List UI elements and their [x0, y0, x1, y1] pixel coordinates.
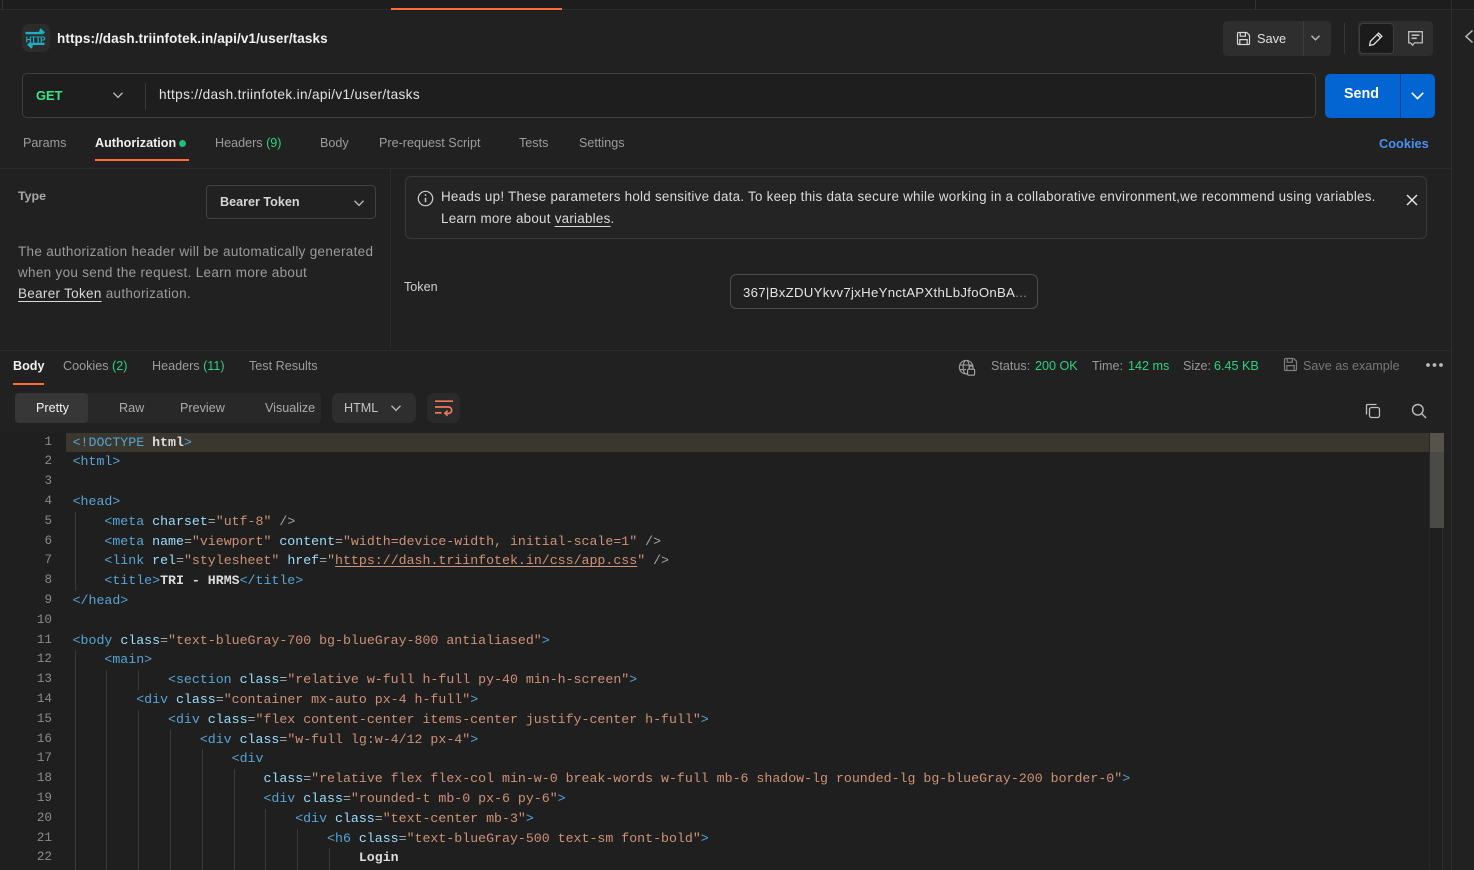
svg-text:HTTP: HTTP	[26, 35, 46, 44]
